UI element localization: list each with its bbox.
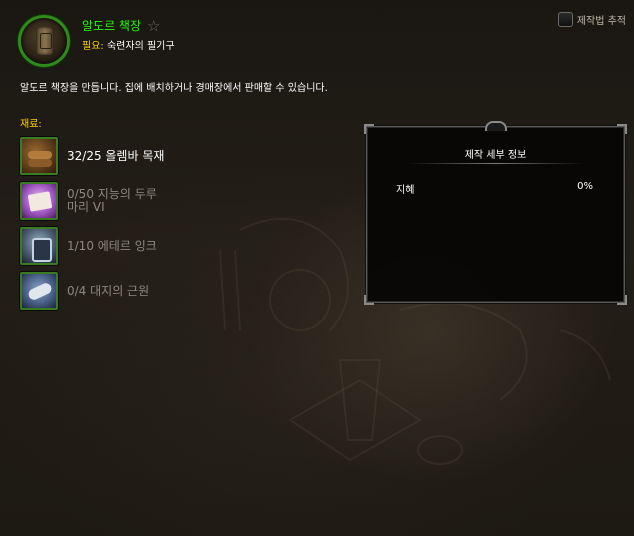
- panel-ornament: [485, 121, 507, 131]
- recipe-title: 알도르 책장: [82, 19, 142, 33]
- reagent-text: 0/50 지능의 두루 마리 VI: [67, 187, 157, 214]
- crafting-details-panel: 제작 세부 정보 지혜 0%: [364, 121, 627, 305]
- bookshelf-icon: [36, 27, 54, 55]
- reagents-label: 재료:: [20, 119, 42, 130]
- requirement-label: 필요:: [82, 41, 104, 52]
- reagent-slot[interactable]: 32/25 올렘바 목재: [20, 137, 164, 175]
- track-recipe-label: 제작법 추적: [576, 16, 626, 27]
- reagent-slot[interactable]: 0/4 대지의 근원: [20, 272, 149, 310]
- track-recipe-toggle[interactable]: 제작법 추적: [557, 12, 626, 27]
- reagent-text: 0/4 대지의 근원: [67, 283, 150, 298]
- recipe-description: 알도르 책장을 만듭니다. 집에 배치하거나 경매장에서 판매할 수 있습니다.: [20, 83, 328, 94]
- wood-logs-icon[interactable]: [20, 137, 58, 175]
- stat-row: 지혜 0%: [396, 181, 593, 196]
- reagent-text: 1/10 에테르 잉크: [67, 238, 157, 253]
- reagent-slot[interactable]: 0/50 지능의 두루 마리 VI: [20, 182, 157, 220]
- reagent-text: 32/25 올렘바 목재: [67, 148, 165, 163]
- stat-name: 지혜: [396, 185, 415, 196]
- details-divider: [407, 163, 584, 164]
- recipe-icon: [18, 15, 70, 67]
- favorite-star-icon[interactable]: ☆: [147, 18, 160, 33]
- reagent-slot[interactable]: 1/10 에테르 잉크: [20, 227, 157, 265]
- stat-value: 0%: [577, 181, 593, 192]
- requirement-value: 숙련자의 필기구: [106, 41, 175, 52]
- details-title: 제작 세부 정보: [464, 150, 527, 161]
- track-recipe-checkbox[interactable]: [557, 12, 573, 27]
- scroll-icon[interactable]: [20, 182, 58, 220]
- requirement-line: 필요: 숙련자의 필기구: [82, 37, 175, 52]
- canvas-bolt-icon[interactable]: [20, 272, 58, 310]
- ink-icon[interactable]: [20, 227, 58, 265]
